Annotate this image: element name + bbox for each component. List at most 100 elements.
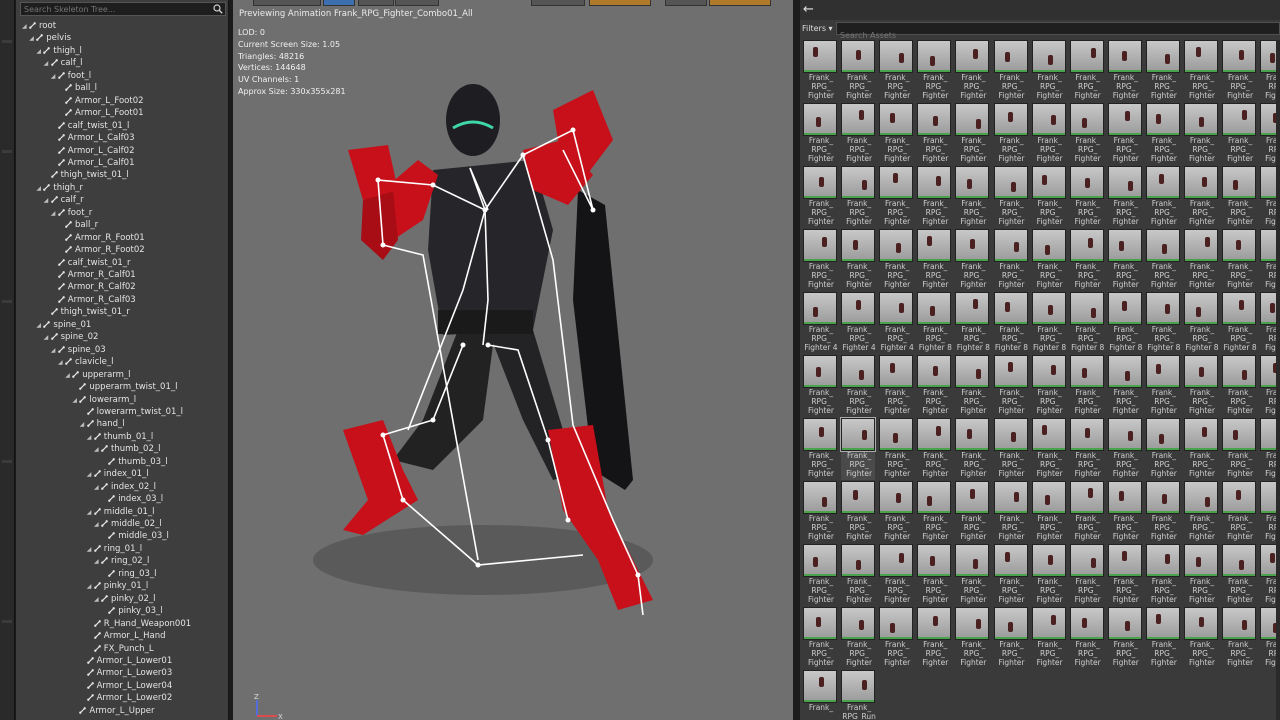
asset-tile[interactable]: Frank_ RPG_ Fighter	[1031, 607, 1066, 669]
expand-arrow-icon[interactable]: ◢	[36, 46, 43, 58]
asset-tile[interactable]: Frank_ RPG_ Fighter	[1069, 607, 1104, 669]
asset-tile[interactable]: Frank_ RPG_ Fighter	[1107, 607, 1142, 669]
asset-tile[interactable]: Frank_ RPG_ Fighter	[955, 418, 990, 480]
asset-tile[interactable]: Frank_ RPG_ Fighter	[841, 355, 876, 417]
asset-tile[interactable]: Frank_	[803, 670, 837, 720]
asset-tile[interactable]: Frank_ RPG_ Fighter	[879, 103, 914, 165]
asset-tile[interactable]: Frank_ RPG_ Fighter	[879, 481, 914, 543]
asset-tile[interactable]: Frank_ RPG_ Fighter	[1031, 544, 1066, 606]
asset-tile[interactable]: Frank_ RPG_ Fighter 8	[1145, 292, 1180, 354]
asset-tile[interactable]: Frank_ RPG_ Fighter	[1107, 544, 1142, 606]
panel-splitter[interactable]	[793, 0, 800, 720]
asset-tile[interactable]: Frank_ RPG_ Fighter	[1184, 544, 1218, 606]
tree-node[interactable]: Armor_L_Lower04	[80, 680, 172, 692]
asset-tile[interactable]: Frank_ RPG_ Fighter	[993, 355, 1028, 417]
asset-tile[interactable]: Frank_ RPG_ Fighter	[1107, 103, 1142, 165]
expand-arrow-icon[interactable]: ◢	[87, 581, 94, 593]
asset-tile[interactable]: Frank_ RPG_ Fighter	[803, 481, 837, 543]
tree-node[interactable]: Armor_R_Foot01	[58, 232, 145, 244]
asset-tile[interactable]: Frank_ RPG_ Fighter	[879, 166, 914, 228]
expand-arrow-icon[interactable]: ◢	[94, 519, 101, 531]
tree-node[interactable]: calf_twist_01_l	[51, 120, 129, 132]
asset-tile[interactable]: Frank_ RPG_ Fighter	[1184, 103, 1218, 165]
asset-tile[interactable]: Frank_ RPG_ Fighter	[1069, 481, 1104, 543]
tree-node[interactable]: Armor_L_Calf02	[51, 145, 134, 157]
asset-tile[interactable]: Frank_ RPG_ Fighter	[1031, 481, 1066, 543]
tree-node[interactable]: ◢ middle_01_l	[87, 506, 155, 518]
tree-node[interactable]: ◢ thigh_l	[36, 45, 81, 57]
tree-node[interactable]: Armor_R_Foot02	[58, 244, 145, 256]
tree-node[interactable]: ◢ root	[22, 20, 56, 32]
tree-node[interactable]: ◢ clavicle_l	[58, 356, 114, 368]
asset-tile[interactable]: Frank_ RPG_ Fighter	[1145, 103, 1180, 165]
asset-tile[interactable]: Frank_ RPG_ Fighter	[1222, 481, 1257, 543]
tree-node[interactable]: pinky_03_l	[101, 605, 163, 617]
tree-node[interactable]: ◢ pinky_01_l	[87, 580, 148, 592]
tree-node[interactable]: ◢ pelvis	[29, 32, 71, 44]
asset-tile[interactable]: Frank_ RPG_ Fighter 8	[1107, 292, 1142, 354]
asset-tile[interactable]: Frank_ RPG_ Fighter	[1069, 103, 1104, 165]
asset-tile[interactable]: Frank_ RPG_ Fighter	[841, 607, 876, 669]
search-icon[interactable]	[213, 4, 223, 14]
asset-tile[interactable]: Frank_ RPG_ Fighter 8	[993, 292, 1028, 354]
asset-tile[interactable]: Frank_ RPG_ Fighter	[1107, 229, 1142, 291]
asset-tile[interactable]: Frank_ RPG_ Fighter	[841, 481, 876, 543]
asset-tile[interactable]: Frank_ RPG_ Fighter	[803, 607, 837, 669]
asset-tile[interactable]: Frank_ RPG_ Fighter 8	[1031, 292, 1066, 354]
tree-node[interactable]: ◢ thumb_02_l	[94, 443, 160, 455]
asset-tile[interactable]: Frank_ RPG_ Fighter	[1107, 166, 1142, 228]
asset-tile[interactable]: Frank_ RPG_ Fighter	[955, 355, 990, 417]
asset-tile[interactable]: Frank_ RPG_ Fighter	[993, 481, 1028, 543]
expand-arrow-icon[interactable]: ◢	[94, 594, 101, 606]
asset-tile[interactable]: Frank_ RPG_ Fighter	[1069, 166, 1104, 228]
asset-tile[interactable]: Frank_ RPG_ Fighter	[1184, 607, 1218, 669]
strip-tab[interactable]	[2, 620, 12, 623]
expand-arrow-icon[interactable]: ◢	[44, 58, 51, 70]
tree-node[interactable]: index_03_l	[101, 493, 163, 505]
tree-node[interactable]: ball_r	[58, 219, 98, 231]
asset-tile[interactable]: Frank_ RPG_ Fighter 8	[1069, 292, 1104, 354]
expand-arrow-icon[interactable]: ◢	[87, 507, 94, 519]
tree-node[interactable]: thumb_03_l	[101, 456, 168, 468]
tree-node[interactable]: ◢ spine_02	[44, 331, 99, 343]
tree-node[interactable]: Armor_L_Lower01	[80, 655, 172, 667]
strip-tab[interactable]	[2, 150, 12, 153]
expand-arrow-icon[interactable]: ◢	[72, 395, 79, 407]
tree-node[interactable]: Armor_L_Lower02	[80, 692, 172, 704]
expand-arrow-icon[interactable]: ◢	[44, 195, 51, 207]
asset-tile[interactable]: Frank_ RPG_ Fighter 4	[841, 292, 876, 354]
asset-tile[interactable]: Frank_ RPG_ Fighter	[1145, 229, 1180, 291]
asset-tile[interactable]: Frank_ RPG_ Fighter	[879, 40, 914, 102]
tree-node[interactable]: ◢ spine_01	[36, 319, 91, 331]
expand-arrow-icon[interactable]: ◢	[44, 332, 51, 344]
tree-node[interactable]: ball_l	[58, 82, 97, 94]
tree-node[interactable]: Armor_L_Calf03	[51, 132, 134, 144]
expand-arrow-icon[interactable]: ◢	[87, 544, 94, 556]
asset-tile[interactable]: Frank_ RPG_ Fighter	[917, 40, 952, 102]
asset-tile[interactable]: Frank_ RPG_ Fighter	[1031, 166, 1066, 228]
tree-node[interactable]: upperarm_twist_01_l	[72, 381, 177, 393]
expand-arrow-icon[interactable]: ◢	[36, 183, 43, 195]
asset-tile[interactable]: Frank_ RPG_ Fighter	[917, 103, 952, 165]
asset-tile[interactable]: Frank_ RPG_ Fighter	[955, 481, 990, 543]
strip-tab[interactable]	[2, 40, 12, 43]
asset-tile[interactable]: Frank_ RPG_ Fighter	[1222, 40, 1257, 102]
tree-node[interactable]: ◢ foot_l	[51, 70, 91, 82]
asset-tile[interactable]: Frank_ RPG_ Fighter	[1222, 166, 1257, 228]
skeleton-search-box[interactable]	[20, 2, 226, 16]
asset-scrollbar[interactable]	[1276, 40, 1280, 720]
asset-tile[interactable]: Frank_ RPG_ Fighter	[955, 544, 990, 606]
asset-tile[interactable]: Frank_ RPG_ Fighter	[955, 229, 990, 291]
asset-tile[interactable]: Frank_ RPG_ Fighter 8	[1184, 292, 1219, 354]
asset-tile[interactable]: Frank_ RPG_ Fighter	[1222, 355, 1257, 417]
animation-viewport[interactable]: Previewing Animation Frank_RPG_Fighter_C…	[233, 0, 793, 720]
expand-arrow-icon[interactable]: ◢	[87, 432, 94, 444]
expand-arrow-icon[interactable]: ◢	[94, 482, 101, 494]
asset-tile[interactable]: Frank_ RPG_ Fighter	[955, 103, 990, 165]
tree-node[interactable]: ◢ spine_03	[51, 344, 106, 356]
asset-tile[interactable]: Frank_ RPG_ Fighter	[1107, 40, 1142, 102]
tree-node[interactable]: ◢ calf_r	[44, 194, 84, 206]
asset-tile[interactable]: Frank_ RPG_ Fighter	[1184, 481, 1218, 543]
tree-node[interactable]: ◢ ring_01_l	[87, 543, 142, 555]
asset-tile[interactable]: Frank_ RPG_ Fighter	[841, 544, 876, 606]
